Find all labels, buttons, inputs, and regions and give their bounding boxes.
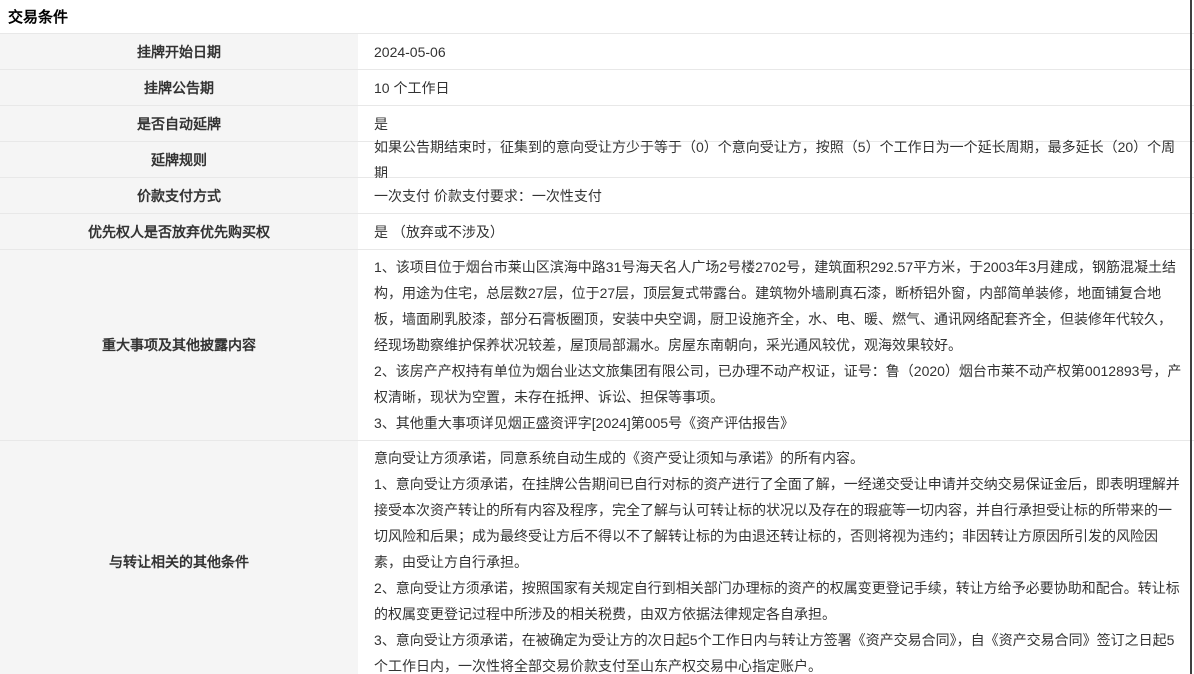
row-label-payment-method: 价款支付方式 — [0, 178, 360, 213]
row-value-extension-rule: 如果公告期结束时，征集到的意向受让方少于等于（0）个意向受让方，按照（5）个工作… — [360, 142, 1194, 177]
row-label-auto-extension: 是否自动延牌 — [0, 106, 360, 141]
table-row: 挂牌公告期 10 个工作日 — [0, 70, 1194, 106]
section-header: 交易条件 — [0, 0, 1194, 33]
row-label-major-matters-disclosure: 重大事项及其他披露内容 — [0, 250, 360, 440]
table-row: 延牌规则 如果公告期结束时，征集到的意向受让方少于等于（0）个意向受让方，按照（… — [0, 142, 1194, 178]
row-value-announcement-period: 10 个工作日 — [360, 70, 1194, 105]
window-edge-line — [1190, 0, 1192, 674]
row-value-preemptive-right-waiver: 是 （放弃或不涉及） — [360, 214, 1194, 249]
conditions-table: 挂牌开始日期 2024-05-06 挂牌公告期 10 个工作日 是否自动延牌 是… — [0, 33, 1194, 674]
table-row: 优先权人是否放弃优先购买权 是 （放弃或不涉及） — [0, 214, 1194, 250]
row-value-listing-start-date: 2024-05-06 — [360, 34, 1194, 69]
page-title: 交易条件 — [8, 6, 68, 27]
row-value-payment-method: 一次支付 价款支付要求：一次性支付 — [360, 178, 1194, 213]
table-row: 挂牌开始日期 2024-05-06 — [0, 34, 1194, 70]
table-row: 重大事项及其他披露内容 1、该项目位于烟台市莱山区滨海中路31号海天名人广场2号… — [0, 250, 1194, 441]
row-label-other-transfer-conditions: 与转让相关的其他条件 — [0, 441, 360, 674]
table-row: 价款支付方式 一次支付 价款支付要求：一次性支付 — [0, 178, 1194, 214]
row-label-listing-start-date: 挂牌开始日期 — [0, 34, 360, 69]
row-value-major-matters-disclosure: 1、该项目位于烟台市莱山区滨海中路31号海天名人广场2号楼2702号，建筑面积2… — [360, 250, 1194, 440]
transaction-conditions-page: 交易条件 挂牌开始日期 2024-05-06 挂牌公告期 10 个工作日 是否自… — [0, 0, 1194, 674]
row-label-extension-rule: 延牌规则 — [0, 142, 360, 177]
row-label-preemptive-right-waiver: 优先权人是否放弃优先购买权 — [0, 214, 360, 249]
row-value-other-transfer-conditions: 意向受让方须承诺，同意系统自动生成的《资产受让须知与承诺》的所有内容。 1、意向… — [360, 441, 1194, 674]
row-label-announcement-period: 挂牌公告期 — [0, 70, 360, 105]
table-row: 与转让相关的其他条件 意向受让方须承诺，同意系统自动生成的《资产受让须知与承诺》… — [0, 441, 1194, 674]
